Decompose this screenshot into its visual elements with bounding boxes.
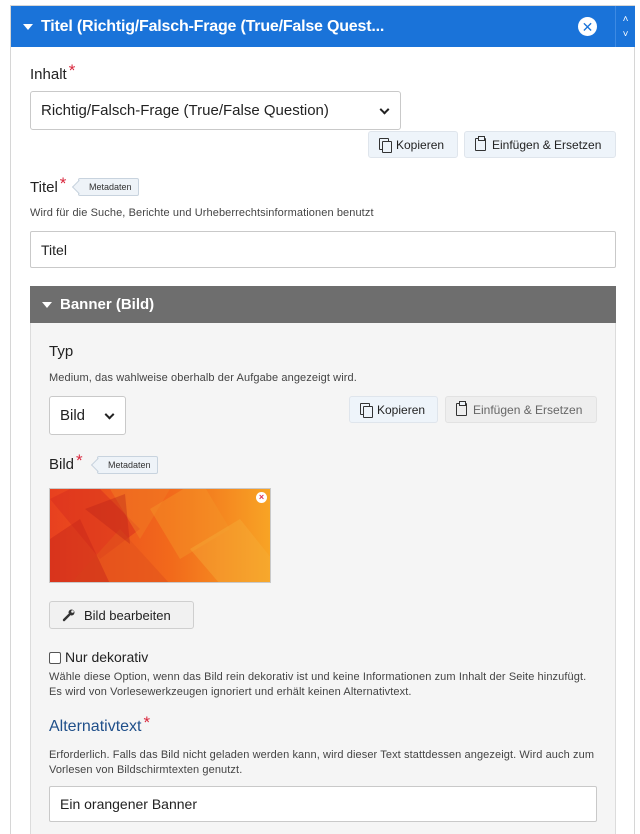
required-marker: * <box>59 174 67 193</box>
close-icon[interactable]: ✕ <box>578 17 597 36</box>
collapse-caret-icon[interactable] <box>23 23 33 30</box>
banner-paste-replace-button[interactable]: Einfügen & Ersetzen <box>445 396 597 423</box>
wrench-icon <box>62 609 75 622</box>
copy-icon <box>360 403 373 418</box>
alt-text-input[interactable]: Ein orangener Banner <box>49 786 597 822</box>
alt-text-label: Alternativtext * <box>49 713 151 735</box>
field-header-title: Titel (Richtig/Falsch-Frage (True/False … <box>41 17 385 35</box>
reorder-controls[interactable]: ˄ ˅ <box>615 6 635 47</box>
content-type-select[interactable]: Richtig/Falsch-Frage (True/False Questio… <box>30 91 401 130</box>
copy-button[interactable]: Kopieren <box>368 131 458 158</box>
type-label: Typ <box>49 343 74 360</box>
paste-icon <box>475 136 486 151</box>
chevron-down-icon <box>379 104 390 115</box>
title-description: Wird für die Suche, Berichte und Urheber… <box>30 207 374 219</box>
image-label: Bild * <box>49 451 83 473</box>
banner-copy-button[interactable]: Kopieren <box>349 396 438 423</box>
decorative-description: Wähle diese Option, wenn das Bild rein d… <box>49 671 587 698</box>
decorative-checkbox[interactable] <box>49 652 61 664</box>
required-marker: * <box>68 61 76 80</box>
title-label: Titel * <box>30 174 67 196</box>
collapse-caret-icon <box>42 301 52 308</box>
edit-image-button[interactable]: Bild bearbeiten <box>49 601 194 629</box>
field-header-bar[interactable]: Titel (Richtig/Falsch-Frage (True/False … <box>11 6 615 47</box>
banner-image-thumbnail[interactable]: × <box>49 488 271 583</box>
chevron-down-icon[interactable]: ˅ <box>623 29 629 40</box>
copy-icon <box>379 138 392 153</box>
image-metadata-badge[interactable]: Metadaten <box>97 456 158 474</box>
orange-banner-image <box>50 489 270 582</box>
chevron-up-icon[interactable]: ˄ <box>623 14 629 25</box>
paste-icon <box>456 401 467 416</box>
media-type-select[interactable]: Bild <box>49 396 126 435</box>
decorative-label: Nur dekorativ <box>65 649 149 665</box>
paste-replace-button[interactable]: Einfügen & Ersetzen <box>464 131 616 158</box>
type-description: Medium, das wahlweise oberhalb der Aufga… <box>49 372 357 384</box>
title-input[interactable]: Titel <box>30 231 616 268</box>
alt-text-description: Erforderlich. Falls das Bild nicht gelad… <box>49 749 595 776</box>
required-marker: * <box>143 713 151 732</box>
required-marker: * <box>76 451 83 470</box>
remove-image-icon[interactable]: × <box>256 492 267 503</box>
chevron-down-icon <box>104 409 115 420</box>
banner-section-header[interactable]: Banner (Bild) <box>30 286 616 323</box>
content-label: Inhalt * <box>30 61 76 83</box>
metadata-badge[interactable]: Metadaten <box>78 178 139 196</box>
